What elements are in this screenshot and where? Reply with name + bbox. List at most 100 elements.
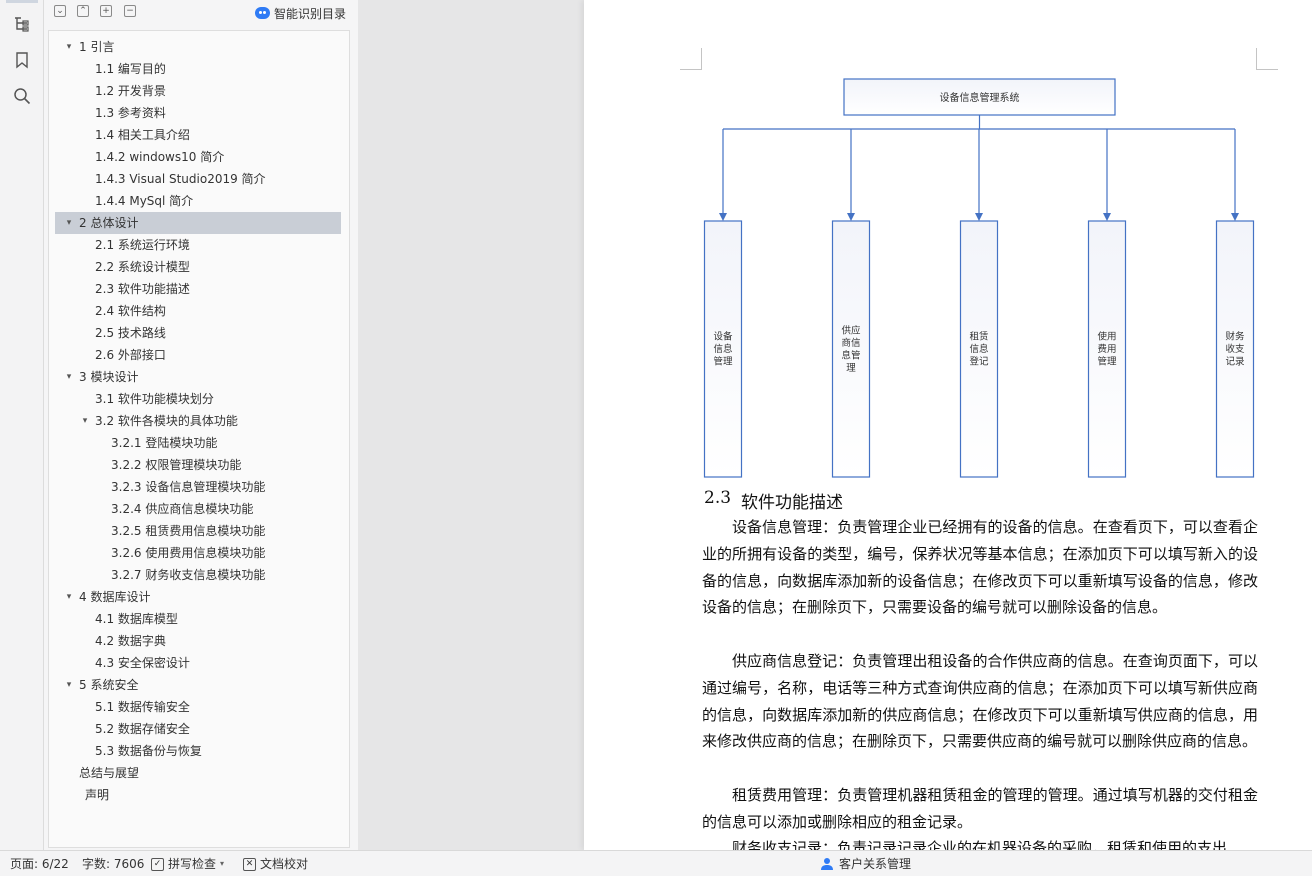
- outline-toolbar: ⌄ ⌃ + − 智能识别目录: [44, 0, 358, 26]
- diagram-child-label: 财务: [1225, 331, 1245, 343]
- diagram-child-label: 使用: [1097, 331, 1116, 343]
- outline-item[interactable]: ▾ 3.2 软件各模块的具体功能: [55, 410, 341, 432]
- section-heading: 2.3 软件功能描述: [704, 488, 843, 513]
- outline-item-label: 2.2 系统设计模型: [95, 260, 190, 274]
- proofread-button[interactable]: ✕ 文档校对: [243, 851, 308, 876]
- outline-item[interactable]: 1.3 参考资料: [55, 102, 341, 124]
- paragraph-rental: 租赁费用管理：负责管理机器租赁租金的管理的管理。通过填写机器的交付租金的信息可以…: [702, 786, 1258, 831]
- structure-diagram: 设备信息管理系统设备信息管理 供应商信息管理 租赁信息登记 使用费用管理 财务收支记录: [703, 78, 1255, 478]
- outline-item[interactable]: 1.4.3 Visual Studio2019 简介: [55, 168, 341, 190]
- outline-item[interactable]: 2.4 软件结构: [55, 300, 341, 322]
- outline-item[interactable]: 2.6 外部接口: [55, 344, 341, 366]
- outline-item[interactable]: ▾ 4 数据库设计: [55, 586, 341, 608]
- spellcheck-button[interactable]: ✓ 拼写检查 ▾: [151, 851, 224, 876]
- diagram-child-label: 供应: [841, 324, 861, 336]
- diagram-child-label: 理: [846, 363, 856, 374]
- outline-item[interactable]: 3.1 软件功能模块划分: [55, 388, 341, 410]
- outline-item-label: 1.4.2 windows10 简介: [95, 150, 225, 164]
- outline-item-label: 5.3 数据备份与恢复: [95, 744, 202, 758]
- diagram-arrow-head: [847, 213, 855, 221]
- outline-item[interactable]: 5.2 数据存储安全: [55, 718, 341, 740]
- diagram-child-label: 租赁: [969, 331, 988, 343]
- smart-toc-button[interactable]: 智能识别目录: [254, 4, 346, 22]
- outline-item[interactable]: ▾ 1 引言: [55, 36, 341, 58]
- outline-item[interactable]: 1.4 相关工具介绍: [55, 124, 341, 146]
- outline-item[interactable]: 4.3 安全保密设计: [55, 652, 341, 674]
- outline-item[interactable]: 总结与展望: [55, 762, 341, 784]
- page-indicator[interactable]: 页面: 6/22: [10, 851, 69, 876]
- outline-item-label: 1.4.4 MySql 简介: [95, 194, 194, 208]
- outline-item[interactable]: 3.2.5 租赁费用信息模块功能: [55, 520, 341, 542]
- outline-item[interactable]: 3.2.4 供应商信息模块功能: [55, 498, 341, 520]
- diagram-child-label: 信息: [713, 343, 732, 355]
- word-count[interactable]: 字数: 7606: [82, 851, 144, 876]
- outline-item-label: 3.2.1 登陆模块功能: [111, 436, 218, 450]
- spellcheck-label: 拼写检查: [168, 857, 217, 871]
- outline-item-label: 4.2 数据字典: [95, 634, 166, 648]
- outline-item[interactable]: ▾ 5 系统安全: [55, 674, 341, 696]
- diagram-arrow-head: [1231, 213, 1239, 221]
- diagram-child-label: 费用: [1097, 343, 1116, 355]
- outline-item[interactable]: 2.1 系统运行环境: [55, 234, 341, 256]
- crm-button[interactable]: 客户关系管理: [819, 851, 911, 876]
- outline-item-label: 3.2 软件各模块的具体功能: [95, 414, 238, 428]
- outline-item[interactable]: 2.3 软件功能描述: [55, 278, 341, 300]
- outline-item[interactable]: 1.1 编写目的: [55, 58, 341, 80]
- outline-item[interactable]: 3.2.6 使用费用信息模块功能: [55, 542, 341, 564]
- outline-item-label: 3.2.3 设备信息管理模块功能: [111, 480, 266, 494]
- smart-toc-label: 智能识别目录: [273, 6, 346, 21]
- outline-item-label: 1.2 开发背景: [95, 84, 166, 98]
- proofread-icon: ✕: [243, 857, 256, 871]
- outline-item[interactable]: 4.2 数据字典: [55, 630, 341, 652]
- outline-item[interactable]: 2.5 技术路线: [55, 322, 341, 344]
- outline-item[interactable]: 4.1 数据库模型: [55, 608, 341, 630]
- bookmark-icon[interactable]: [11, 49, 33, 71]
- diagram-arrow-head: [975, 213, 983, 221]
- outline-item[interactable]: 2.2 系统设计模型: [55, 256, 341, 278]
- diagram-arrow-head: [1103, 213, 1111, 221]
- add-heading-icon[interactable]: +: [100, 5, 112, 17]
- smart-toc-icon: [254, 7, 270, 19]
- outline-item[interactable]: 1.4.2 windows10 简介: [55, 146, 341, 168]
- chevron-down-icon[interactable]: ▾: [79, 410, 91, 432]
- outline-item[interactable]: 声明: [55, 784, 341, 806]
- outline-item[interactable]: 3.2.7 财务收支信息模块功能: [55, 564, 341, 586]
- outline-item-label: 5.2 数据存储安全: [95, 722, 190, 736]
- outline-item[interactable]: 3.2.3 设备信息管理模块功能: [55, 476, 341, 498]
- page-indicator-text: 页面: 6/22: [10, 857, 69, 871]
- outline-item[interactable]: 5.3 数据备份与恢复: [55, 740, 341, 762]
- chevron-down-icon[interactable]: ▾: [63, 366, 75, 388]
- outline-item[interactable]: 3.2.2 权限管理模块功能: [55, 454, 341, 476]
- outline-icon[interactable]: [11, 13, 33, 35]
- outline-item-label: 3.2.6 使用费用信息模块功能: [111, 546, 266, 560]
- rail-active-indicator: [6, 0, 38, 3]
- chevron-down-icon[interactable]: ▾: [63, 586, 75, 608]
- search-icon[interactable]: [11, 85, 33, 107]
- outline-item[interactable]: 3.2.1 登陆模块功能: [55, 432, 341, 454]
- outline-item-label: 3.2.2 权限管理模块功能: [111, 458, 242, 472]
- outline-item-label: 3.2.5 租赁费用信息模块功能: [111, 524, 266, 538]
- expand-up-icon[interactable]: ⌃: [77, 5, 89, 17]
- paragraph-finance: 财务收支记录：负责记录记录企业的在机器设备的采购，租赁和使用的支出: [732, 839, 1228, 850]
- chevron-down-icon[interactable]: ▾: [63, 674, 75, 696]
- diagram-root-label: 设备信息管理系统: [940, 91, 1020, 104]
- remove-heading-icon[interactable]: −: [124, 5, 136, 17]
- outline-item-label: 2.3 软件功能描述: [95, 282, 190, 296]
- outline-item[interactable]: 1.2 开发背景: [55, 80, 341, 102]
- outline-item[interactable]: ▾ 3 模块设计: [55, 366, 341, 388]
- outline-item-label: 2 总体设计: [79, 216, 139, 230]
- outline-item-label: 1.1 编写目的: [95, 62, 166, 76]
- collapse-all-icon[interactable]: ⌄: [54, 5, 66, 17]
- outline-item-label: 4.1 数据库模型: [95, 612, 178, 626]
- outline-item-label: 3.1 软件功能模块划分: [95, 392, 214, 406]
- spellcheck-icon: ✓: [151, 857, 164, 871]
- outline-item-label: 1.3 参考资料: [95, 106, 166, 120]
- outline-item-label: 3.2.7 财务收支信息模块功能: [111, 568, 266, 582]
- outline-item-label: 1 引言: [79, 40, 115, 54]
- outline-item[interactable]: ▾ 2 总体设计: [55, 212, 341, 234]
- chevron-down-icon[interactable]: ▾: [63, 36, 75, 58]
- outline-item[interactable]: 1.4.4 MySql 简介: [55, 190, 341, 212]
- diagram-child-label: 收支: [1225, 343, 1245, 355]
- chevron-down-icon[interactable]: ▾: [63, 212, 75, 234]
- outline-item[interactable]: 5.1 数据传输安全: [55, 696, 341, 718]
